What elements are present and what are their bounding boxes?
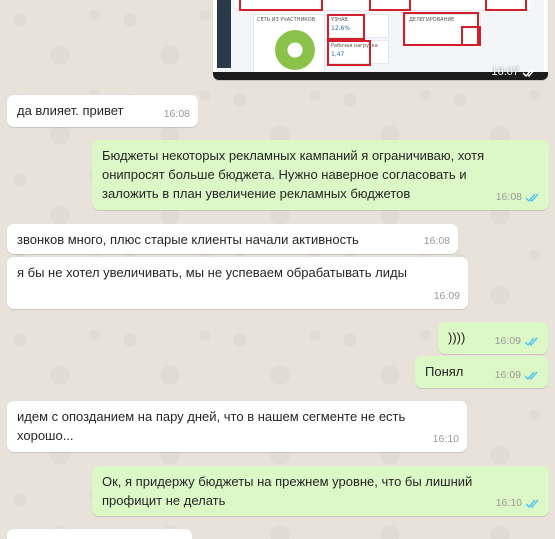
image-message[interactable]: СЕТЬ ИЗ УЧАСТНИКОВ УЗНАВ 12,6% Рабочая н… [213,0,548,80]
double-check-icon [524,371,538,381]
message-meta: 16:10 [496,494,541,513]
message-meta: 16:08 [164,105,190,124]
timestamp: 16:09 [433,290,460,302]
message-incoming[interactable]: я бы не хотел увеличивать, мы не успевае… [7,257,468,309]
highlight-box [327,14,365,40]
message-outgoing[interactable]: )))) 16:09 [438,322,548,354]
timestamp: 16:09 [494,369,521,381]
message-text: Бюджеты некоторых рекламных кампаний я о… [102,148,485,201]
double-check-icon [524,337,538,347]
message-text: Ок, я придержу бюджеты на прежнем уровне… [102,474,473,508]
message-meta: 16:08 [496,188,541,207]
message-text: звонков много, плюс старые клиенты начал… [17,232,359,247]
timestamp: 16:08 [495,191,522,203]
donut-chart [275,30,315,70]
message-meta: 16:09 [495,366,540,385]
message-text: )))) [448,330,466,345]
message-outgoing[interactable]: Понял 16:09 [415,356,548,388]
message-outgoing[interactable]: Бюджеты некоторых рекламных кампаний я о… [92,140,549,210]
message-meta: 16:09 [434,287,460,306]
highlight-box [461,26,481,46]
timestamp: 16:10 [432,433,459,445]
timestamp: 16:08 [423,235,450,247]
timestamp: 16:09 [494,335,521,347]
double-check-icon [525,499,539,509]
timestamp: 16:10 [495,497,522,509]
image-meta: 16:07 [491,66,538,78]
timestamp: 16:08 [163,108,190,120]
message-meta: 16:10 [433,430,459,449]
highlight-box [485,0,527,11]
double-check-icon [522,68,536,77]
message-outgoing[interactable]: Ок, я придержу бюджеты на прежнем уровне… [92,466,549,516]
highlight-box [327,40,371,66]
message-meta: 16:08 [424,232,450,251]
timestamp: 16:07 [491,66,519,78]
message-incoming[interactable]: да влияет. привет 16:08 [7,95,198,127]
message-text: Понял [425,364,464,379]
message-incoming-partial[interactable] [7,529,192,539]
message-text: идем с опозданием на пару дней, что в на… [17,409,406,443]
highlight-box [239,0,323,11]
double-check-icon [525,193,539,203]
message-text: я бы не хотел увеличивать, мы не успевае… [17,265,407,280]
message-incoming[interactable]: идем с опозданием на пару дней, что в на… [7,401,467,452]
message-meta: 16:09 [495,332,540,351]
dashboard-screenshot: СЕТЬ ИЗ УЧАСТНИКОВ УЗНАВ 12,6% Рабочая н… [217,0,544,76]
message-text: да влияет. привет [17,103,124,118]
card-label: СЕТЬ ИЗ УЧАСТНИКОВ [257,17,316,23]
dashboard-sidebar [217,0,231,68]
message-incoming[interactable]: звонков много, плюс старые клиенты начал… [7,224,458,254]
highlight-box [369,0,411,11]
